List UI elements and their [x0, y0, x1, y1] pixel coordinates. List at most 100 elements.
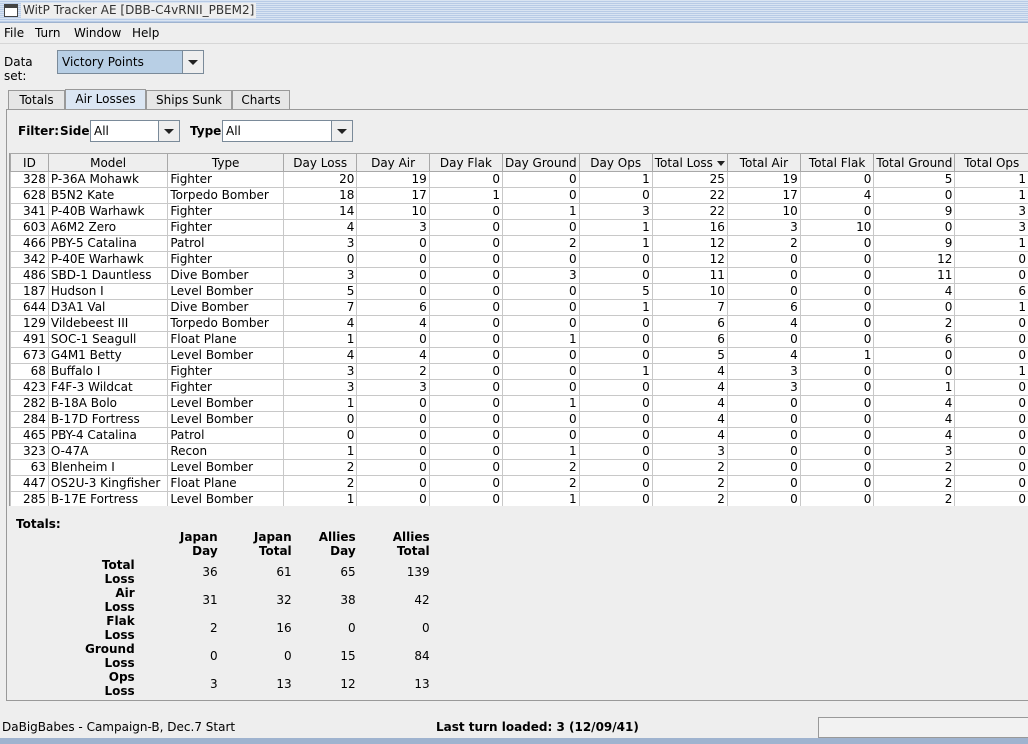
column-header[interactable]: Day Loss [282, 153, 358, 172]
sort-descending-icon [716, 160, 725, 166]
menu-file[interactable]: File [4, 25, 24, 41]
table-cell: 0 [282, 427, 358, 444]
side-dropdown-button[interactable] [158, 121, 179, 141]
table-cell: 0 [502, 219, 580, 236]
table-cell: 0 [578, 475, 653, 492]
table-cell: 0 [578, 187, 653, 204]
tab-air-losses[interactable]: Air Losses [65, 89, 146, 110]
table-cell: 284 [10, 411, 49, 428]
table-row[interactable]: 673 G4M1 Betty Level Bomber 4 4 0 0 0 5 4 1 0 0 [10, 347, 1028, 364]
type-select[interactable]: All [222, 120, 353, 142]
table-cell: 323 [10, 443, 49, 460]
tab-charts[interactable]: Charts [232, 90, 290, 109]
table-cell: 5 [282, 283, 358, 300]
column-header[interactable]: Day Air [356, 153, 430, 172]
table-row[interactable]: 486 SBD-1 Dauntless Dive Bomber 3 0 0 3 0 11 0 0 11… [10, 267, 1028, 284]
window-title: WitP Tracker AE [DBB-C4vRNII_PBEM2] [21, 3, 257, 18]
totals-row: Ops Loss 3 13 12 13 [82, 670, 433, 698]
table-cell: 0 [799, 443, 875, 460]
air-losses-table-container[interactable]: ID Model Type Day Loss Day Air Day Flak Day Gr… [9, 153, 1028, 506]
table-row[interactable]: 68 Buffalo I Fighter 3 2 0 0 1 4 3 0 0 1 [10, 363, 1028, 380]
column-header[interactable]: ID [10, 153, 49, 172]
table-row[interactable]: 447 OS2U-3 Kingfisher Float Plane 2 0 0 2 0 2 0 0 2… [10, 475, 1028, 492]
column-header-label: Day Loss [293, 155, 348, 170]
table-row[interactable]: 342 P-40E Warhawk Fighter 0 0 0 0 0 12 0 0 12 0 [10, 251, 1028, 268]
table-cell: B5N2 Kate [47, 187, 169, 204]
menu-help[interactable]: Help [132, 25, 159, 41]
table-cell: 3 [502, 267, 580, 284]
table-cell: 0 [502, 411, 580, 428]
table-cell: 6 [954, 283, 1028, 300]
table-cell: 0 [578, 395, 653, 412]
table-cell: 3 [873, 443, 956, 460]
column-header[interactable]: Total Ground [873, 153, 956, 172]
table-cell: 0 [356, 475, 430, 492]
column-header[interactable]: Model [47, 153, 169, 172]
table-cell: Torpedo Bomber [167, 315, 284, 332]
tab-totals[interactable]: Totals [8, 90, 65, 109]
table-row[interactable]: 282 B-18A Bolo Level Bomber 1 0 0 1 0 4 0 0 4 0 [10, 395, 1028, 412]
table-cell: 4 [282, 219, 358, 236]
column-header[interactable]: Total Ops [954, 153, 1028, 172]
table-cell: 3 [954, 203, 1028, 220]
table-cell: 2 [873, 475, 956, 492]
table-cell: 1 [282, 443, 358, 460]
table-cell: 0 [578, 347, 653, 364]
table-cell: 0 [799, 395, 875, 412]
table-cell: 644 [10, 299, 49, 316]
column-header[interactable]: Total Air [726, 153, 801, 172]
column-header[interactable]: Total Loss [651, 153, 728, 172]
table-row[interactable]: 644 D3A1 Val Dive Bomber 7 6 0 0 1 7 6 0 0 1 [10, 299, 1028, 316]
table-cell: 0 [954, 315, 1028, 332]
table-cell: Fighter [167, 171, 284, 188]
table-cell: 0 [726, 427, 801, 444]
table-cell: 0 [428, 331, 504, 348]
side-select[interactable]: All [90, 120, 180, 142]
table-row[interactable]: 63 Blenheim I Level Bomber 2 0 0 2 0 2 0 0 2 0 [10, 459, 1028, 476]
table-row[interactable]: 491 SOC-1 Seagull Float Plane 1 0 0 1 0 6 0 0 6 0 [10, 331, 1028, 348]
table-row[interactable]: 423 F4F-3 Wildcat Fighter 3 3 0 0 0 4 3 0 1 0 [10, 379, 1028, 396]
table-cell: 14 [282, 203, 358, 220]
table-cell: 0 [502, 171, 580, 188]
table-cell: 0 [356, 331, 430, 348]
table-row[interactable]: 328 P-36A Mohawk Fighter 20 19 0 0 1 25 19 0 5 1 [10, 171, 1028, 188]
table-cell: 0 [428, 395, 504, 412]
table-row[interactable]: 466 PBY-5 Catalina Patrol 3 0 0 2 1 12 2 0 9 1 [10, 235, 1028, 252]
dataset-dropdown-button[interactable] [182, 51, 203, 73]
table-row[interactable]: 628 B5N2 Kate Torpedo Bomber 18 17 1 0 0 22 17 4 0 1 [10, 187, 1028, 204]
table-cell: 19 [356, 171, 430, 188]
table-cell: 0 [799, 171, 875, 188]
table-row[interactable]: 465 PBY-4 Catalina Patrol 0 0 0 0 0 4 0 0 4 0 [10, 427, 1028, 444]
table-row[interactable]: 603 A6M2 Zero Fighter 4 3 0 0 1 16 3 10 0 3 [10, 219, 1028, 236]
totals-value: 65 [340, 565, 356, 579]
table-cell: 0 [726, 267, 801, 284]
table-cell: 16 [651, 219, 728, 236]
column-header[interactable]: Day Ground [502, 153, 580, 172]
menu-turn[interactable]: Turn [35, 25, 60, 41]
type-dropdown-button[interactable] [331, 121, 352, 141]
table-cell: 0 [799, 331, 875, 348]
menu-window[interactable]: Window [74, 25, 121, 41]
dataset-select[interactable]: Victory Points [57, 50, 204, 74]
table-row[interactable]: 187 Hudson I Level Bomber 5 0 0 0 5 10 0 0 4 6 [10, 283, 1028, 300]
table-cell: 0 [954, 395, 1028, 412]
table-row[interactable]: 323 O-47A Recon 1 0 0 1 0 3 0 0 3 0 [10, 443, 1028, 460]
table-row[interactable]: 129 Vildebeest III Torpedo Bomber 4 4 0 0 0 6 4 0 2… [10, 315, 1028, 332]
type-value: All [226, 124, 241, 138]
table-cell: Recon [167, 443, 284, 460]
column-header[interactable]: Total Flak [799, 153, 875, 172]
table-cell: 4 [651, 427, 728, 444]
table-cell: 17 [726, 187, 801, 204]
table-row[interactable]: 341 P-40B Warhawk Fighter 14 10 0 1 3 22 10 0 9 3 [10, 203, 1028, 220]
column-header[interactable]: Type [167, 153, 284, 172]
table-row[interactable]: 285 B-17E Fortress Level Bomber 1 0 0 1 0 2 0 0 2 0 [10, 491, 1028, 506]
table-cell: 10 [799, 219, 875, 236]
table-cell: 4 [651, 363, 728, 380]
column-header[interactable]: Day Flak [428, 153, 504, 172]
table-row[interactable]: 284 B-17D Fortress Level Bomber 0 0 0 0 0 4 0 0 4 0 [10, 411, 1028, 428]
table-cell: 3 [651, 443, 728, 460]
table-cell: 19 [726, 171, 801, 188]
tab-ships-sunk[interactable]: Ships Sunk [146, 90, 232, 109]
table-cell: 1 [954, 363, 1028, 380]
column-header[interactable]: Day Ops [578, 153, 653, 172]
